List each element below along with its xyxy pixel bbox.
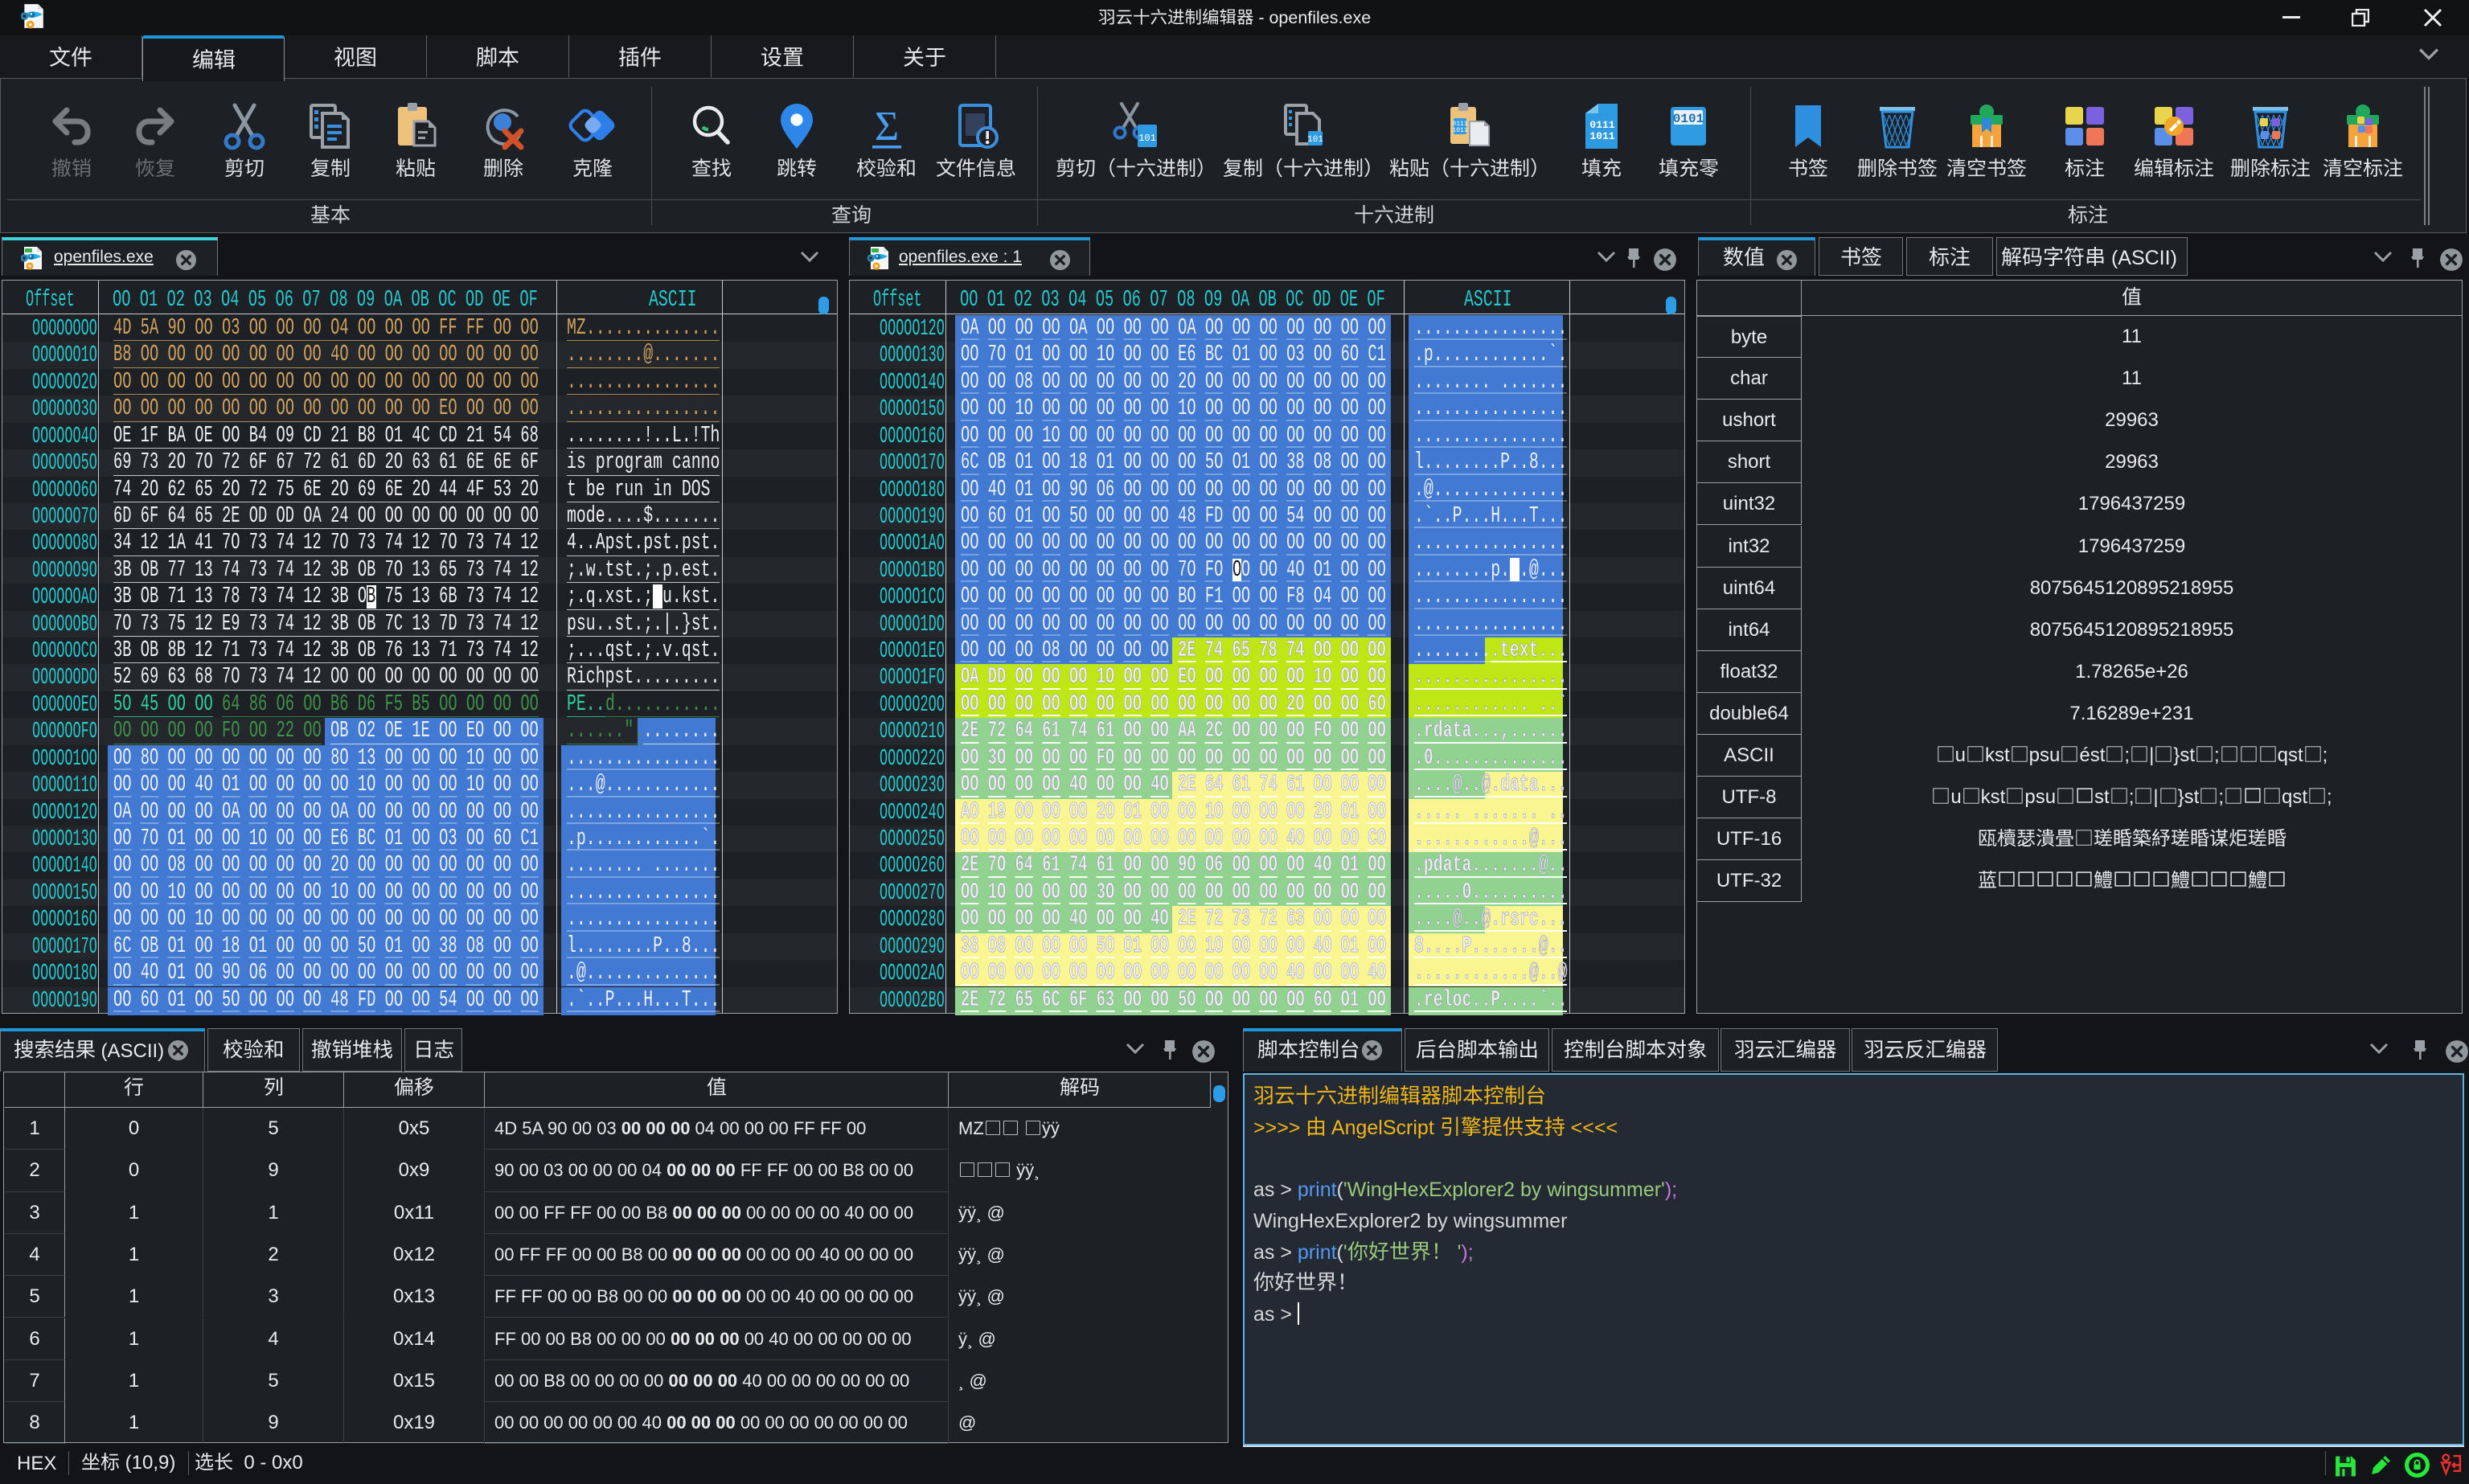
svg-text:0111: 0111	[1589, 119, 1614, 131]
svg-text:Σ: Σ	[875, 104, 899, 150]
svg-text:1011: 1011	[1452, 127, 1467, 134]
svg-text:0101: 0101	[1673, 112, 1704, 126]
svg-text:1011: 1011	[1589, 130, 1614, 142]
svg-text:101: 101	[1307, 135, 1323, 145]
svg-text:101: 101	[1138, 133, 1156, 144]
